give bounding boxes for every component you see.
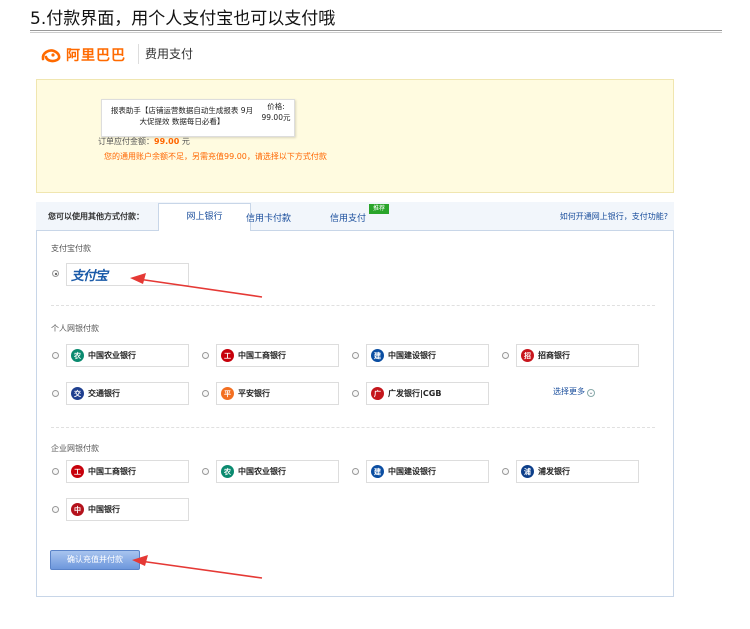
arrow-to-confirm bbox=[139, 560, 263, 579]
arrow-to-alipay-head bbox=[130, 273, 146, 284]
arrow-to-confirm-head bbox=[132, 555, 148, 566]
arrow-to-alipay bbox=[137, 278, 263, 298]
annotation-arrows bbox=[130, 273, 263, 579]
